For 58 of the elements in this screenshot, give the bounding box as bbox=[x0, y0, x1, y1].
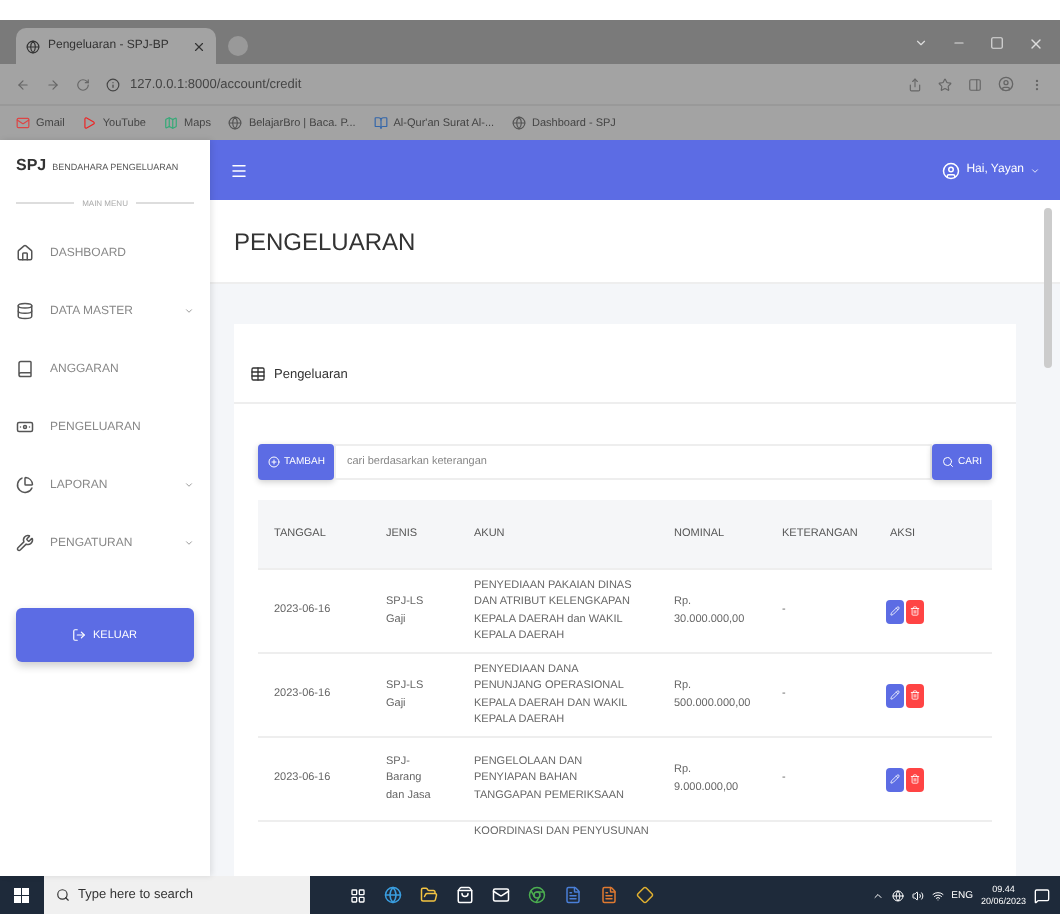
pie-chart-icon bbox=[16, 476, 34, 494]
house-icon bbox=[16, 244, 34, 262]
database-icon bbox=[16, 302, 34, 320]
delete-button[interactable] bbox=[906, 683, 924, 707]
document-icon[interactable] bbox=[564, 886, 582, 904]
avatar-icon bbox=[942, 161, 961, 179]
play-icon bbox=[82, 116, 97, 130]
trash-icon bbox=[910, 690, 920, 700]
scrollbar-thumb[interactable] bbox=[1044, 208, 1052, 368]
pencil-icon bbox=[890, 774, 900, 784]
book-icon bbox=[16, 360, 34, 378]
trash-icon bbox=[910, 774, 920, 784]
mail-icon bbox=[16, 116, 30, 130]
table-icon bbox=[250, 366, 266, 382]
shopping-bag-icon[interactable] bbox=[456, 886, 474, 904]
book-icon bbox=[373, 116, 388, 130]
plus-icon bbox=[268, 456, 280, 468]
star-icon[interactable] bbox=[938, 77, 952, 91]
notification-icon[interactable] bbox=[1034, 887, 1050, 903]
caret-icon bbox=[1030, 165, 1040, 175]
delete-button[interactable] bbox=[906, 599, 924, 623]
mail-icon[interactable] bbox=[492, 886, 510, 904]
network-icon[interactable] bbox=[891, 889, 904, 901]
logout-icon bbox=[72, 628, 87, 642]
banknote-icon bbox=[16, 418, 34, 436]
globe-icon bbox=[228, 116, 243, 130]
wifi-icon[interactable] bbox=[931, 889, 944, 901]
page-title: PENGELUARAN bbox=[234, 227, 416, 255]
delete-button[interactable] bbox=[906, 767, 924, 791]
avatar-icon[interactable] bbox=[998, 76, 1014, 92]
chevron-down-icon[interactable] bbox=[914, 36, 928, 50]
brand-logo: SPJ bbox=[16, 156, 47, 174]
document-icon[interactable] bbox=[600, 886, 618, 904]
task-view-icon[interactable] bbox=[350, 887, 366, 903]
menu-icon[interactable] bbox=[230, 161, 248, 179]
globe-icon bbox=[26, 39, 40, 53]
edit-button[interactable] bbox=[886, 767, 904, 791]
info-icon bbox=[106, 77, 120, 91]
edit-button[interactable] bbox=[886, 599, 904, 623]
volume-icon[interactable] bbox=[911, 889, 924, 901]
pencil-icon bbox=[890, 606, 900, 616]
edit-button[interactable] bbox=[886, 683, 904, 707]
back-icon[interactable] bbox=[16, 77, 30, 91]
globe-icon bbox=[512, 116, 527, 130]
maximize-icon[interactable] bbox=[990, 36, 1004, 50]
globe-icon[interactable] bbox=[384, 886, 402, 904]
close-icon[interactable] bbox=[192, 39, 206, 53]
trash-icon bbox=[910, 606, 920, 616]
search-icon bbox=[942, 456, 955, 468]
wrench-icon bbox=[16, 534, 34, 552]
forward-icon[interactable] bbox=[46, 77, 60, 91]
pencil-icon bbox=[890, 690, 900, 700]
map-icon bbox=[164, 116, 178, 130]
search-icon bbox=[56, 888, 70, 902]
browser-icon[interactable] bbox=[528, 886, 546, 904]
diamond-icon[interactable] bbox=[636, 886, 654, 904]
chevron-up-icon[interactable] bbox=[871, 889, 884, 901]
folder-icon[interactable] bbox=[420, 886, 438, 904]
